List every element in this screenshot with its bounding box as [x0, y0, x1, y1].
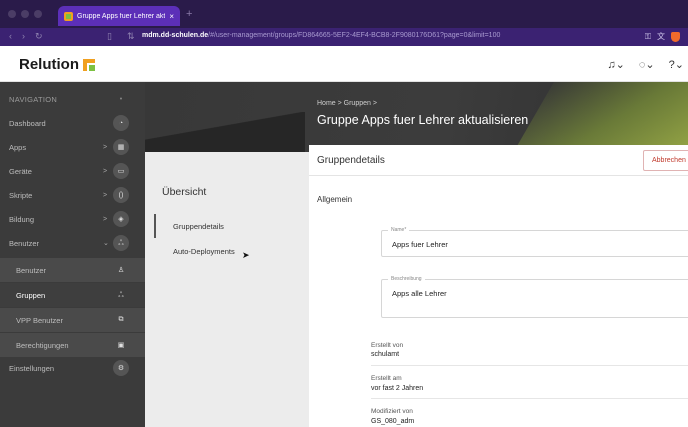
group-icon: ஃ — [118, 291, 124, 299]
reload-icon[interactable]: ↻ — [35, 31, 43, 42]
info-created-by: Erstellt von schulamt — [371, 334, 688, 364]
address-input[interactable]: mdm.dd-schulen.de/#/user-management/grou… — [142, 32, 500, 39]
created-by-value: schulamt — [371, 351, 400, 358]
sidebar-item-label: Berechtigungen — [16, 340, 69, 350]
browser-url-bar: ‹ › ↻ ▯ ⇅ mdm.dd-schulen.de/#/user-manag… — [0, 28, 688, 46]
modified-by-value: GS_080_adm — [371, 418, 415, 425]
app-header: Relution ♫⌄ ◌⌄ ?⌄ — [0, 46, 688, 82]
education-icon: ◈ — [113, 211, 129, 227]
sidebar-item-label: Apps — [9, 142, 27, 152]
created-at-label: Erstellt am — [371, 375, 402, 382]
bell-icon[interactable]: ♫⌄ — [607, 58, 624, 71]
sidebar-item-bildung[interactable]: Bildung > ◈ — [0, 207, 145, 231]
sidebar-item-label: Gruppen — [16, 290, 46, 300]
sidebar-subitem-gruppen[interactable]: Gruppen ஃ — [0, 283, 145, 307]
new-tab-icon[interactable]: + — [186, 8, 192, 20]
mouse-cursor-icon: ➤ — [242, 250, 250, 260]
settings-icon: ⚙ — [113, 360, 129, 376]
details-card-title: Gruppendetails — [317, 155, 385, 166]
name-field[interactable]: Name* Apps fuer Lehrer — [381, 227, 688, 257]
relution-logo-icon — [83, 58, 95, 71]
info-created-at: Erstellt am vor fast 2 Jahren — [371, 365, 688, 397]
overview-active-indicator — [154, 214, 156, 238]
apps-grid-icon: ▦ — [113, 139, 129, 155]
info-modified-by: Modifiziert von GS_080_adm — [371, 398, 688, 427]
sidebar-subitem-berechtigungen[interactable]: Berechtigungen ▣ — [0, 333, 145, 357]
sidebar-item-label: Einstellungen — [9, 363, 55, 373]
chevron-right-icon: > — [103, 191, 108, 199]
window-minimize-dot[interactable] — [21, 10, 29, 18]
logo-text: Relution — [19, 56, 79, 73]
window-close-dot[interactable] — [8, 10, 16, 18]
section-allgemein: Allgemein — [317, 195, 353, 204]
window-zoom-dot[interactable] — [34, 10, 42, 18]
created-at-value: vor fast 2 Jahren — [371, 385, 424, 392]
url-path: /#/user-management/groups/FD864665-5EF2-… — [208, 32, 501, 39]
devices-icon: ▭ — [113, 163, 129, 179]
cancel-button[interactable]: Abbrechen — [643, 150, 688, 171]
description-field[interactable]: Beschreibung Apps alle Lehrer — [381, 276, 688, 318]
chevron-right-icon: > — [103, 215, 108, 223]
sidebar-item-dashboard[interactable]: Dashboard ◔ — [0, 111, 145, 135]
sidebar-header: NAVIGATION • — [0, 87, 145, 111]
description-field-value: Apps alle Lehrer — [392, 289, 447, 298]
sidebar-navigation: NAVIGATION • Dashboard ◔ Apps > ▦ Geräte… — [0, 82, 145, 427]
sidebar-item-benutzer[interactable]: Benutzer ⌄ ஃ — [0, 231, 145, 255]
sidebar-item-label: Benutzer — [9, 238, 40, 248]
back-icon[interactable]: ‹ — [9, 31, 12, 41]
vpp-icon: ⧉ — [118, 316, 124, 323]
sidebar-item-apps[interactable]: Apps > ▦ — [0, 135, 145, 159]
chat-icon[interactable]: ◌⌄ — [639, 58, 655, 71]
key-icon[interactable]: ⚿ — [645, 32, 651, 42]
brave-icon[interactable] — [671, 31, 680, 42]
sidebar-item-einstellungen[interactable]: Einstellungen ⚙ — [0, 356, 145, 380]
sidebar-header-label: NAVIGATION — [9, 94, 58, 104]
browser-tab-active[interactable]: Gruppe Apps fuer Lehrer akt × — [58, 6, 180, 26]
bookmark-icon[interactable]: ▯ — [107, 31, 112, 42]
overview-item-gruppendetails[interactable]: Gruppendetails — [173, 222, 224, 231]
sidebar-item-label: Skripte — [9, 190, 33, 200]
overview-title: Übersicht — [162, 186, 207, 198]
tab-close-icon[interactable]: × — [169, 12, 174, 21]
created-by-label: Erstellt von — [371, 342, 404, 349]
tab-title: Gruppe Apps fuer Lehrer akt — [77, 12, 166, 20]
sidebar-item-label: VPP Benutzer — [16, 315, 63, 325]
description-field-label: Beschreibung — [388, 276, 425, 282]
breadcrumb[interactable]: Home > Gruppen > — [317, 100, 377, 107]
site-settings-icon[interactable]: ⇅ — [127, 31, 135, 42]
sidebar-item-skripte[interactable]: Skripte > () — [0, 183, 145, 207]
chevron-down-icon: ⌄ — [103, 240, 109, 247]
users-icon: ஃ — [113, 235, 129, 251]
banner-shard — [145, 112, 305, 152]
forward-icon[interactable]: › — [22, 31, 25, 41]
sidebar-item-label: Dashboard — [9, 118, 46, 128]
overview-item-auto-deployments[interactable]: Auto-Deployments — [173, 247, 235, 256]
name-field-value: Apps fuer Lehrer — [392, 240, 448, 249]
modified-by-label: Modifiziert von — [371, 408, 413, 415]
relution-logo[interactable]: Relution — [19, 56, 95, 73]
sidebar-subitem-benutzer[interactable]: Benutzer ♙ — [0, 258, 145, 282]
translate-icon[interactable]: 文 — [657, 31, 665, 42]
sidebar-subitem-vpp-benutzer[interactable]: VPP Benutzer ⧉ — [0, 308, 145, 332]
relution-favicon-icon — [64, 11, 73, 21]
sidebar-item-geraete[interactable]: Geräte > ▭ — [0, 159, 145, 183]
sidebar-item-label: Geräte — [9, 166, 32, 176]
sidebar-item-label: Benutzer — [16, 265, 47, 275]
url-domain: mdm.dd-schulen.de — [142, 32, 209, 39]
dot-icon: • — [119, 95, 123, 103]
user-icon: ♙ — [117, 267, 125, 274]
page-title: Gruppe Apps fuer Lehrer aktualisieren — [317, 113, 529, 127]
browser-tab-bar: Gruppe Apps fuer Lehrer akt × + — [0, 0, 688, 28]
help-icon[interactable]: ?⌄ — [669, 58, 684, 71]
code-icon: () — [113, 187, 129, 203]
permissions-icon: ▣ — [117, 342, 125, 349]
sidebar-item-label: Bildung — [9, 214, 35, 224]
dashboard-icon: ◔ — [113, 115, 129, 131]
chevron-right-icon: > — [103, 143, 108, 151]
chevron-right-icon: > — [103, 167, 108, 175]
name-field-label: Name* — [388, 227, 410, 233]
